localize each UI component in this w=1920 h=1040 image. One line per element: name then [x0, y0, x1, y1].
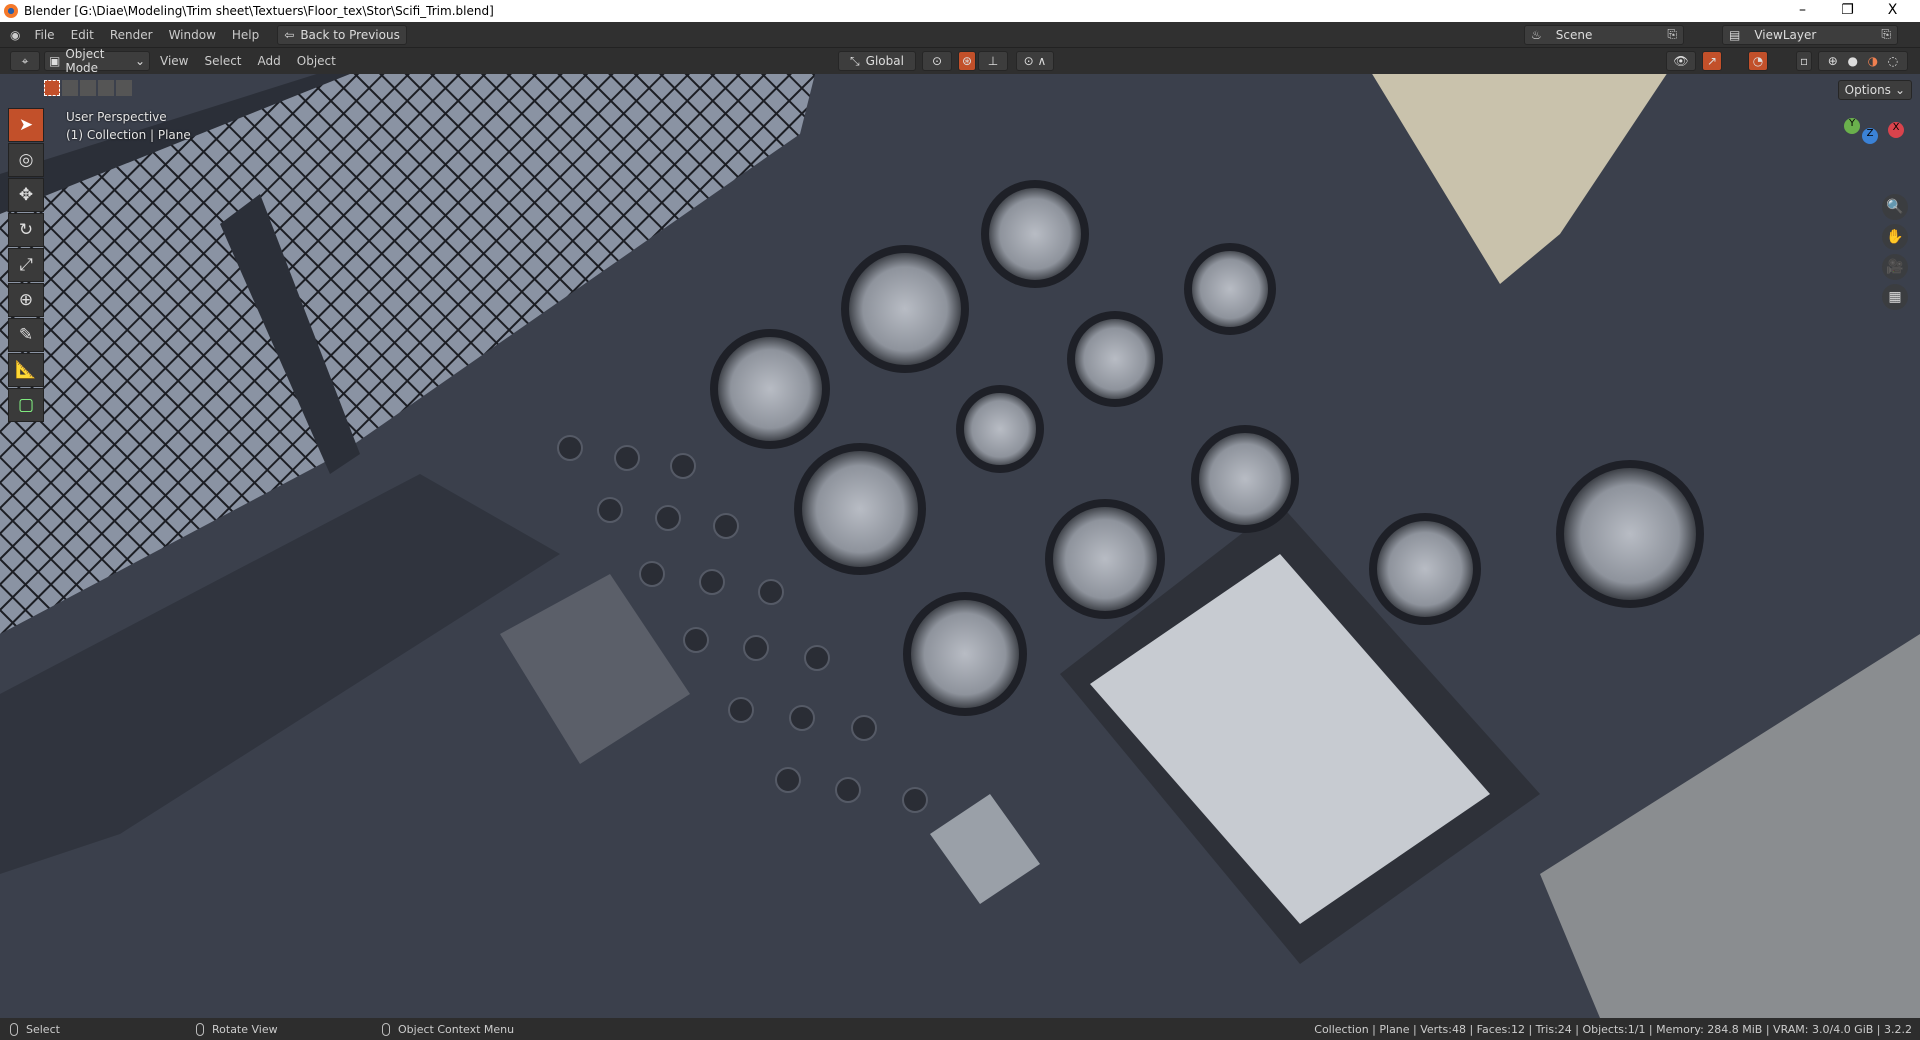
- options-label: Options: [1844, 83, 1891, 97]
- minimize-button[interactable]: –: [1780, 0, 1825, 22]
- new-scene-icon[interactable]: ⎘: [1667, 27, 1677, 42]
- mouse-middle-icon: [196, 1022, 204, 1036]
- scene-icon: ♨: [1531, 27, 1542, 42]
- pivot-dropdown[interactable]: ⊙: [922, 51, 952, 71]
- select-new-icon[interactable]: [44, 80, 60, 96]
- wireframe-icon[interactable]: ⊕: [1828, 54, 1838, 68]
- view-layer-name: ViewLayer: [1754, 27, 1817, 42]
- visibility-dropdown[interactable]: 👁: [1666, 51, 1696, 71]
- select-intersect-icon[interactable]: [116, 80, 132, 96]
- mouse-right-icon: [382, 1022, 390, 1036]
- annotate-tool-icon[interactable]: ✎: [8, 318, 44, 352]
- transform-tool-icon[interactable]: ⊕: [8, 283, 44, 317]
- add-cube-tool-icon[interactable]: ▢: [8, 388, 44, 422]
- 3d-viewport[interactable]: User Perspective (1) Collection | Plane …: [0, 74, 1920, 1018]
- gizmo-toggle[interactable]: ↗: [1702, 51, 1722, 71]
- close-button[interactable]: X: [1870, 0, 1915, 22]
- zoom-view-icon[interactable]: 🔍: [1882, 194, 1908, 220]
- camera-view-icon[interactable]: 🎥: [1882, 254, 1908, 280]
- scene-name: Scene: [1555, 27, 1593, 42]
- select-extend-icon[interactable]: [62, 80, 78, 96]
- mouse-left-icon: [10, 1022, 18, 1036]
- orientation-icon: ⤡: [850, 53, 860, 68]
- object-mode-icon: ▣: [49, 54, 61, 68]
- snap-toggle[interactable]: ⊛: [958, 51, 976, 71]
- back-to-previous-button[interactable]: ⇦ Back to Previous: [277, 24, 407, 45]
- menu-help[interactable]: Help: [224, 28, 267, 42]
- back-icon: ⇦: [284, 27, 295, 42]
- mode-label: Object Mode: [65, 47, 105, 75]
- scale-tool-icon[interactable]: ⤢: [8, 248, 44, 282]
- top-bar: ◉ File Edit Render Window Help ⇦ Back to …: [0, 22, 1920, 48]
- menu-select[interactable]: Select: [196, 54, 249, 68]
- move-tool-icon[interactable]: ✥: [8, 178, 44, 212]
- cursor-tool-icon[interactable]: ◎: [8, 143, 44, 177]
- menu-edit[interactable]: Edit: [63, 28, 102, 42]
- view-layer-selector[interactable]: ▤ ViewLayer ⎘: [1722, 24, 1898, 45]
- blender-menu-icon[interactable]: ◉: [10, 28, 20, 42]
- select-subtract-icon[interactable]: [80, 80, 96, 96]
- view-layer-icon: ▤: [1729, 27, 1741, 42]
- rotate-tool-icon[interactable]: ↻: [8, 213, 44, 247]
- restore-button[interactable]: ❐: [1825, 0, 1870, 22]
- navigation-gizmo[interactable]: Y Z X: [1832, 114, 1912, 194]
- xray-toggle[interactable]: ▫: [1796, 51, 1812, 71]
- tool-shelf: ➤ ◎ ✥ ↻ ⤢ ⊕ ✎ 📐 ▢: [8, 108, 44, 423]
- select-difference-icon[interactable]: [98, 80, 114, 96]
- selection-mode-buttons[interactable]: [44, 80, 132, 96]
- menu-view[interactable]: View: [152, 54, 196, 68]
- window-title: Blender [G:\Diae\Modeling\Trim sheet\Tex…: [24, 4, 494, 18]
- mode-dropdown[interactable]: ▣ Object Mode ⌄: [44, 47, 150, 75]
- scene-selector[interactable]: ♨ Scene ⎘: [1524, 24, 1684, 45]
- material-preview-icon[interactable]: ◑: [1868, 54, 1878, 68]
- pan-view-icon[interactable]: ✋: [1882, 224, 1908, 250]
- scene-render: [0, 74, 1920, 1018]
- overlay-toggle[interactable]: ◔: [1748, 51, 1768, 71]
- scene-statistics: Collection | Plane | Verts:48 | Faces:12…: [1314, 1022, 1912, 1036]
- proportional-edit[interactable]: ⊙ ∧: [1016, 51, 1054, 71]
- menu-object[interactable]: Object: [289, 54, 344, 68]
- gizmo-x-axis[interactable]: X: [1888, 122, 1904, 138]
- gizmo-z-axis[interactable]: Z: [1862, 128, 1878, 144]
- shading-modes[interactable]: ⊕ ● ◑ ◌: [1818, 51, 1908, 71]
- snap-target-dropdown[interactable]: ⊥: [978, 51, 1008, 71]
- viewport-header: ⌖ ▣ Object Mode ⌄ View Select Add Object ⤡…: [0, 47, 1920, 75]
- ortho-toggle-icon[interactable]: ▦: [1882, 284, 1908, 310]
- hint-context-menu: Object Context Menu: [398, 1022, 515, 1036]
- hint-rotate-view: Rotate View: [212, 1022, 278, 1036]
- title-bar: Blender [G:\Diae\Modeling\Trim sheet\Tex…: [0, 0, 1920, 22]
- select-box-tool-icon[interactable]: ➤: [8, 108, 44, 142]
- solid-icon[interactable]: ●: [1847, 54, 1857, 68]
- blender-logo-icon: [4, 4, 18, 18]
- options-dropdown[interactable]: Options ⌄: [1837, 80, 1912, 100]
- editor-type-button[interactable]: ⌖: [10, 51, 40, 71]
- back-label: Back to Previous: [300, 27, 400, 42]
- orientation-dropdown[interactable]: ⤡ Global: [838, 51, 916, 71]
- rendered-icon[interactable]: ◌: [1888, 54, 1898, 68]
- menu-render[interactable]: Render: [102, 28, 161, 42]
- view-perspective-label: User Perspective: [66, 110, 167, 124]
- new-view-layer-icon[interactable]: ⎘: [1881, 27, 1891, 42]
- menu-file[interactable]: File: [26, 28, 62, 42]
- orientation-label: Global: [865, 54, 904, 68]
- gizmo-y-axis[interactable]: Y: [1844, 118, 1860, 134]
- menu-window[interactable]: Window: [161, 28, 224, 42]
- status-bar: Select Rotate View Object Context Menu C…: [0, 1018, 1920, 1040]
- menu-add[interactable]: Add: [250, 54, 289, 68]
- hint-select: Select: [26, 1022, 60, 1036]
- measure-tool-icon[interactable]: 📐: [8, 353, 44, 387]
- active-object-label: (1) Collection | Plane: [66, 128, 191, 142]
